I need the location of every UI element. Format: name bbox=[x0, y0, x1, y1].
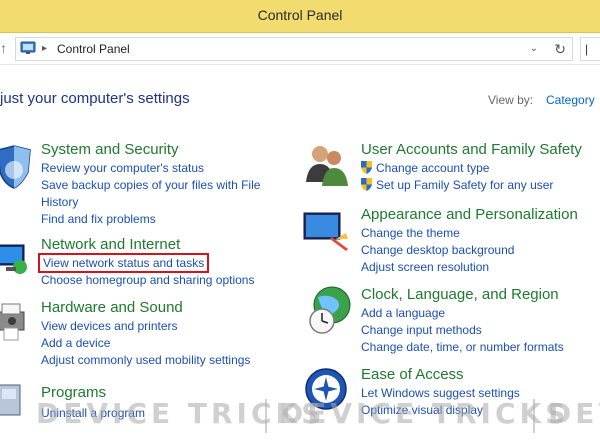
link-desktop-background[interactable]: Change desktop background bbox=[361, 242, 600, 259]
category-title[interactable]: System and Security bbox=[41, 141, 179, 158]
link-view-network-status[interactable]: View network status and tasks bbox=[37, 253, 210, 273]
users-icon bbox=[306, 146, 348, 186]
text-cursor: | bbox=[585, 42, 589, 56]
category-title[interactable]: User Accounts and Family Safety bbox=[361, 141, 582, 158]
uac-link-row: Change account type bbox=[361, 160, 600, 177]
category-title[interactable]: Appearance and Personalization bbox=[361, 206, 578, 223]
view-by-label: View by: bbox=[488, 93, 534, 107]
shield-icon bbox=[0, 145, 31, 189]
chevron-down-icon[interactable]: ⌄ bbox=[530, 41, 538, 57]
breadcrumb-chevron-icon[interactable]: ▸ bbox=[42, 41, 47, 57]
view-by-dropdown[interactable]: Category bbox=[546, 93, 595, 107]
control-panel-icon bbox=[20, 41, 36, 54]
watermark-text: DEVICE TRICKS bbox=[280, 397, 570, 430]
link-screen-resolution[interactable]: Adjust screen resolution bbox=[361, 259, 600, 276]
up-arrow-icon[interactable]: ↑ bbox=[0, 39, 12, 57]
link-change-theme[interactable]: Change the theme bbox=[361, 225, 600, 242]
watermark-divider bbox=[265, 399, 267, 433]
globe-clock-icon bbox=[309, 286, 351, 334]
category-title[interactable]: Hardware and Sound bbox=[41, 299, 183, 316]
uac-shield-icon bbox=[361, 178, 372, 191]
link-mobility-settings[interactable]: Adjust commonly used mobility settings bbox=[41, 352, 281, 369]
watermark-divider bbox=[533, 399, 535, 433]
link-change-account-type[interactable]: Change account type bbox=[376, 161, 489, 175]
appearance-icon bbox=[303, 212, 348, 251]
printer-icon bbox=[0, 303, 25, 341]
link-view-devices-printers[interactable]: View devices and printers bbox=[41, 318, 281, 335]
link-add-device[interactable]: Add a device bbox=[41, 335, 281, 352]
link-date-time-formats[interactable]: Change date, time, or number formats bbox=[361, 339, 600, 356]
breadcrumb-control-panel[interactable]: Control Panel bbox=[57, 41, 130, 57]
link-family-safety[interactable]: Set up Family Safety for any user bbox=[376, 178, 553, 192]
link-add-language[interactable]: Add a language bbox=[361, 305, 600, 322]
category-title[interactable]: Clock, Language, and Region bbox=[361, 286, 559, 303]
navigation-bar: ↑ ▸ Control Panel ⌄ ↻ | bbox=[0, 33, 600, 65]
address-bar[interactable]: ▸ Control Panel ⌄ ↻ bbox=[15, 37, 573, 61]
link-find-fix-problems[interactable]: Find and fix problems bbox=[41, 211, 281, 228]
watermark: DEVICE TRICKS DEVICE TRICKS DEVICE TRICK… bbox=[0, 395, 600, 435]
link-file-history[interactable]: Save backup copies of your files with Fi… bbox=[41, 177, 281, 211]
category-title[interactable]: Ease of Access bbox=[361, 366, 464, 383]
link-input-methods[interactable]: Change input methods bbox=[361, 322, 600, 339]
link-homegroup-sharing[interactable]: Choose homegroup and sharing options bbox=[41, 272, 271, 289]
watermark-text: DEVICE TRICKS bbox=[548, 397, 600, 430]
refresh-icon[interactable]: ↻ bbox=[554, 39, 566, 59]
category-title[interactable]: Network and Internet bbox=[41, 236, 180, 253]
network-icon bbox=[0, 244, 27, 274]
search-input[interactable]: | bbox=[580, 37, 600, 61]
window-title: Control Panel bbox=[257, 7, 343, 23]
uac-link-row: Set up Family Safety for any user bbox=[361, 177, 600, 194]
window-title-bar: Control Panel bbox=[0, 0, 600, 33]
page-title: just your computer's settings bbox=[0, 90, 190, 107]
link-review-status[interactable]: Review your computer's status bbox=[41, 160, 281, 177]
uac-shield-icon bbox=[361, 161, 372, 174]
